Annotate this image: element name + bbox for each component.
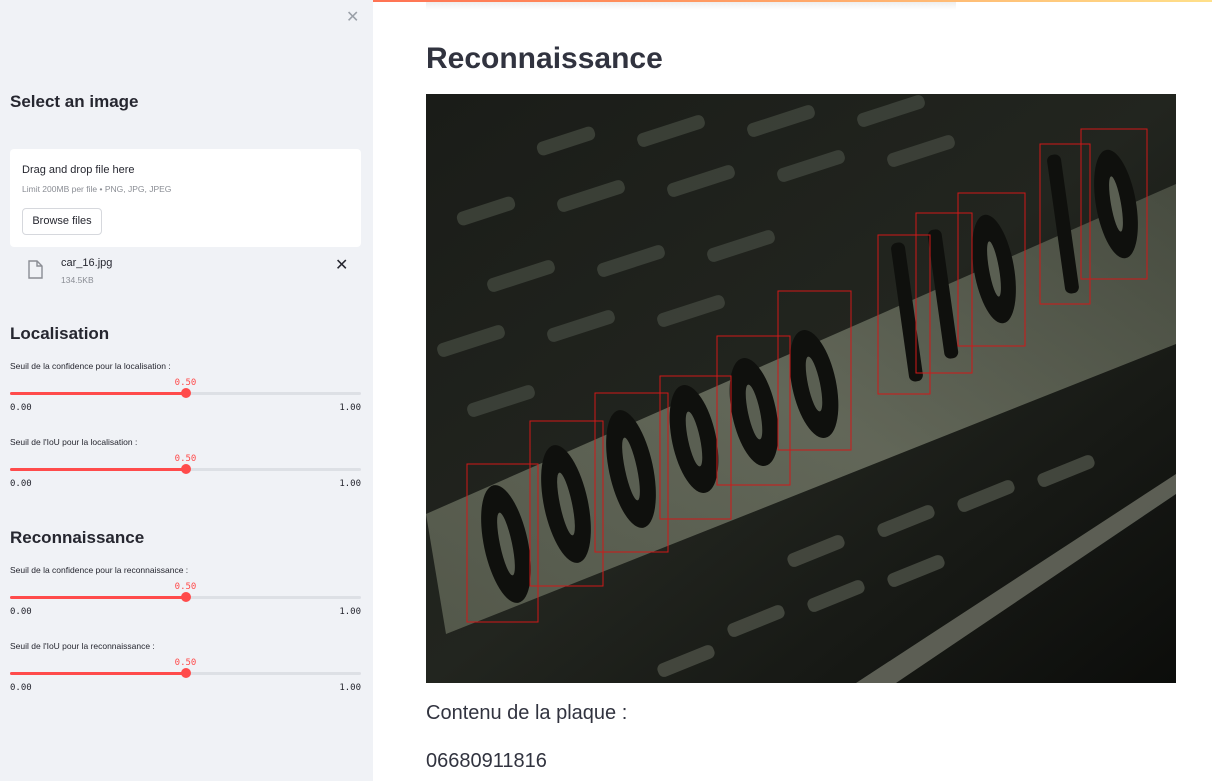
uploaded-file: car_16.jpg 134.5KB ✕ [10, 254, 361, 290]
slider-thumb[interactable] [180, 668, 191, 678]
sidebar-title: Select an image [10, 92, 139, 111]
file-icon [27, 260, 43, 284]
slider-label: Seuil de l'IoU pour la reconnaissance : [10, 641, 155, 651]
slider-thumb[interactable] [180, 388, 191, 398]
section-heading-reconnaissance: Reconnaissance [10, 528, 145, 547]
header-shadow [426, 2, 956, 10]
slider-thumb[interactable] [180, 464, 191, 474]
slider-localisation-iou[interactable]: Seuil de l'IoU pour la localisation : 0.… [10, 437, 361, 497]
slider-min: 0.00 [10, 479, 32, 489]
page-title: Reconnaissance [426, 42, 663, 75]
slider-max: 1.00 [339, 403, 361, 413]
plate-content-label: Contenu de la plaque : [426, 702, 628, 724]
slider-value: 0.50 [174, 454, 197, 464]
slider-label: Seuil de l'IoU pour la localisation : [10, 437, 138, 447]
remove-file-icon[interactable]: ✕ [335, 255, 348, 275]
slider-fill [10, 596, 186, 599]
slider-min: 0.00 [10, 683, 32, 693]
file-size: 134.5KB [61, 275, 94, 285]
slider-localisation-confidence[interactable]: Seuil de la confidence pour la localisat… [10, 361, 361, 421]
slider-reconnaissance-confidence[interactable]: Seuil de la confidence pour la reconnais… [10, 565, 361, 625]
file-name: car_16.jpg [61, 257, 113, 269]
slider-max: 1.00 [339, 607, 361, 617]
dropzone-instructions: Drag and drop file here [22, 164, 135, 176]
slider-label: Seuil de la confidence pour la reconnais… [10, 565, 189, 575]
slider-max: 1.00 [339, 479, 361, 489]
dropzone-limit: Limit 200MB per file • PNG, JPG, JPEG [22, 184, 172, 194]
plate-content-value: 06680911816 [426, 750, 547, 772]
sidebar: ✕ Select an image Drag and drop file her… [0, 0, 373, 781]
close-icon[interactable]: ✕ [346, 10, 359, 26]
plate-detection-image [426, 94, 1176, 683]
slider-min: 0.00 [10, 607, 32, 617]
browse-files-button[interactable]: Browse files [22, 208, 102, 235]
slider-thumb[interactable] [180, 592, 191, 602]
slider-value: 0.50 [174, 582, 197, 592]
slider-fill [10, 468, 186, 471]
slider-reconnaissance-iou[interactable]: Seuil de l'IoU pour la reconnaissance : … [10, 641, 361, 701]
slider-fill [10, 392, 186, 395]
slider-label: Seuil de la confidence pour la localisat… [10, 361, 171, 371]
file-uploader-dropzone[interactable]: Drag and drop file here Limit 200MB per … [10, 149, 361, 247]
slider-max: 1.00 [339, 683, 361, 693]
slider-min: 0.00 [10, 403, 32, 413]
slider-value: 0.50 [174, 658, 197, 668]
section-heading-localisation: Localisation [10, 324, 110, 343]
slider-value: 0.50 [174, 378, 197, 388]
slider-fill [10, 672, 186, 675]
